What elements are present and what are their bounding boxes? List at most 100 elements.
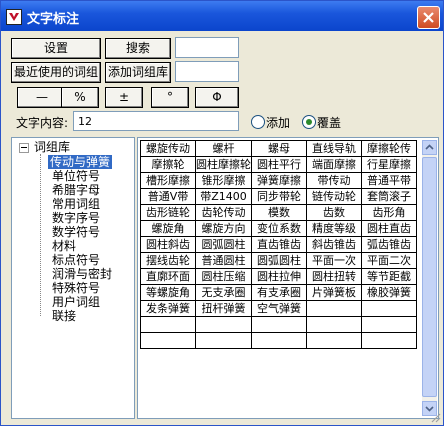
- phrase-cell[interactable]: 有支承圈: [251, 284, 307, 301]
- text-content-input[interactable]: 12: [73, 111, 239, 131]
- phrase-cell[interactable]: [140, 316, 196, 333]
- phrase-cell[interactable]: 齿形角: [361, 204, 417, 221]
- phrase-cell[interactable]: 螺旋角: [140, 220, 196, 237]
- phrase-cell[interactable]: [195, 332, 252, 349]
- phrase-cell[interactable]: 螺杆: [195, 140, 252, 157]
- phrase-cell[interactable]: 锥形摩擦: [195, 172, 252, 189]
- phrase-cell[interactable]: 链传动轮: [306, 188, 362, 205]
- phrase-library-tree[interactable]: 词组库 传动与弹簧 单位符号 希腊字母 常用词组 数字序号 数学符号 材料 标点…: [11, 137, 135, 419]
- tree-item-lubrication-sealing[interactable]: 润滑与密封: [52, 267, 112, 281]
- add-radio-label[interactable]: 添加: [266, 114, 290, 131]
- phrase-cell[interactable]: 平面二次: [361, 252, 417, 269]
- close-button[interactable]: [417, 6, 440, 29]
- add-phrase-library-button[interactable]: 添加词组库: [105, 62, 171, 83]
- tree-item-transmission-springs[interactable]: 传动与弹簧: [48, 155, 113, 169]
- phrase-cell[interactable]: [195, 316, 252, 333]
- phrase-cell[interactable]: 螺母: [251, 140, 307, 157]
- phrase-cell[interactable]: 平面一次: [306, 252, 362, 269]
- settings-button[interactable]: 设置: [11, 38, 101, 59]
- phrase-cell[interactable]: [361, 332, 417, 349]
- tree-item-math-symbols[interactable]: 数学符号: [52, 225, 100, 239]
- phrase-cell[interactable]: 圆柱拉伸: [251, 268, 307, 285]
- phrase-cell[interactable]: 摩擦轮: [140, 156, 196, 173]
- phrase-library-input[interactable]: [175, 61, 239, 82]
- phrase-cell[interactable]: 齿形链轮: [140, 204, 196, 221]
- phrase-cell[interactable]: 等节距截: [361, 268, 417, 285]
- phrase-cell[interactable]: 精度等级: [306, 220, 362, 237]
- phrase-cell[interactable]: 无支承圈: [195, 284, 252, 301]
- tree-item-common-phrases[interactable]: 常用词组: [52, 197, 100, 211]
- phrase-cell[interactable]: 槽形摩擦: [140, 172, 196, 189]
- overwrite-radio-label[interactable]: 覆盖: [317, 114, 341, 131]
- phrase-cell[interactable]: 带Z1400: [195, 188, 252, 205]
- phrase-cell[interactable]: 摩擦轮传: [361, 140, 417, 157]
- phrase-cell[interactable]: 摆线齿轮: [140, 252, 196, 269]
- title-bar[interactable]: 文字标注: [1, 1, 443, 31]
- phrase-cell[interactable]: 空气弹簧: [251, 300, 307, 317]
- phrase-cell[interactable]: 端面摩擦: [306, 156, 362, 173]
- phrase-cell[interactable]: 直齿锥齿: [251, 236, 307, 253]
- phrase-cell[interactable]: [306, 316, 362, 333]
- search-input[interactable]: [175, 37, 239, 58]
- phrase-cell[interactable]: 等螺旋角: [140, 284, 196, 301]
- phrase-cell[interactable]: 发条弹簧: [140, 300, 196, 317]
- phrase-cell[interactable]: 圆柱平行: [251, 156, 307, 173]
- phrase-cell[interactable]: 螺旋传动: [140, 140, 196, 157]
- scroll-thumb[interactable]: [422, 157, 437, 397]
- phrase-cell[interactable]: [361, 300, 417, 317]
- phrase-cell[interactable]: 变位系数: [251, 220, 307, 237]
- phrase-cell[interactable]: 圆柱压缩: [195, 268, 252, 285]
- phrase-cell[interactable]: 圆柱扭转: [306, 268, 362, 285]
- phrase-cell[interactable]: 齿轮传动: [195, 204, 252, 221]
- tree-item-materials[interactable]: 材料: [52, 239, 76, 253]
- phrase-cell[interactable]: 扭杆弹簧: [195, 300, 252, 317]
- search-button[interactable]: 搜索: [105, 38, 171, 59]
- phrase-cell[interactable]: 普通平带: [361, 172, 417, 189]
- phrase-cell[interactable]: 普通圆柱: [195, 252, 252, 269]
- symbol-percent-button[interactable]: %: [61, 87, 99, 108]
- recent-phrases-button[interactable]: 最近使用的词组: [11, 62, 101, 83]
- vertical-scrollbar[interactable]: [422, 140, 437, 416]
- phrase-cell[interactable]: 弹簧摩擦: [251, 172, 307, 189]
- tree-root[interactable]: 词组库: [34, 140, 70, 154]
- phrase-cell[interactable]: [306, 332, 362, 349]
- phrase-cell[interactable]: 直线导轨: [306, 140, 362, 157]
- phrase-cell[interactable]: [140, 332, 196, 349]
- phrase-cell[interactable]: 普通V带: [140, 188, 196, 205]
- symbol-diameter-button[interactable]: Φ: [195, 87, 239, 108]
- symbol-dash-button[interactable]: —: [17, 87, 67, 108]
- resize-grip-icon[interactable]: [429, 411, 441, 423]
- phrase-cell[interactable]: 带传动: [306, 172, 362, 189]
- collapse-icon[interactable]: [19, 143, 29, 153]
- phrase-cell[interactable]: [306, 300, 362, 317]
- phrase-cell[interactable]: 橡胶弹簧: [361, 284, 417, 301]
- phrase-cell[interactable]: 斜齿锥齿: [306, 236, 362, 253]
- phrase-cell[interactable]: 行星摩擦: [361, 156, 417, 173]
- phrase-cell[interactable]: 圆弧圆柱: [251, 252, 307, 269]
- add-radio[interactable]: [251, 115, 265, 129]
- symbol-degree-button[interactable]: °: [151, 87, 189, 108]
- phrase-cell[interactable]: 弧齿锥齿: [361, 236, 417, 253]
- phrase-cell[interactable]: [251, 316, 307, 333]
- overwrite-radio[interactable]: [302, 115, 316, 129]
- phrase-cell[interactable]: 圆柱直齿: [361, 220, 417, 237]
- phrase-cell[interactable]: 模数: [251, 204, 307, 221]
- tree-item-user-phrases[interactable]: 用户词组: [52, 295, 100, 309]
- phrase-cell[interactable]: 直廓环面: [140, 268, 196, 285]
- phrase-cell[interactable]: 同步带轮: [251, 188, 307, 205]
- phrase-cell[interactable]: 套筒滚子: [361, 188, 417, 205]
- symbol-plusminus-button[interactable]: ±: [105, 87, 143, 108]
- phrase-cell[interactable]: 圆柱摩擦轮: [195, 156, 252, 173]
- tree-item-punctuation[interactable]: 标点符号: [52, 253, 100, 267]
- phrase-cell[interactable]: [251, 332, 307, 349]
- scroll-up-button[interactable]: [422, 140, 437, 155]
- phrase-cell[interactable]: 片弹簧板: [306, 284, 362, 301]
- phrase-cell[interactable]: 齿数: [306, 204, 362, 221]
- phrase-cell[interactable]: [361, 316, 417, 333]
- phrase-cell[interactable]: 螺旋方向: [195, 220, 252, 237]
- tree-item-special-symbols[interactable]: 特殊符号: [52, 281, 100, 295]
- phrase-cell[interactable]: 圆弧圆柱: [195, 236, 252, 253]
- tree-item-greek-letters[interactable]: 希腊字母: [52, 183, 100, 197]
- phrase-cell[interactable]: 圆柱斜齿: [140, 236, 196, 253]
- tree-item-unit-symbols[interactable]: 单位符号: [52, 169, 100, 183]
